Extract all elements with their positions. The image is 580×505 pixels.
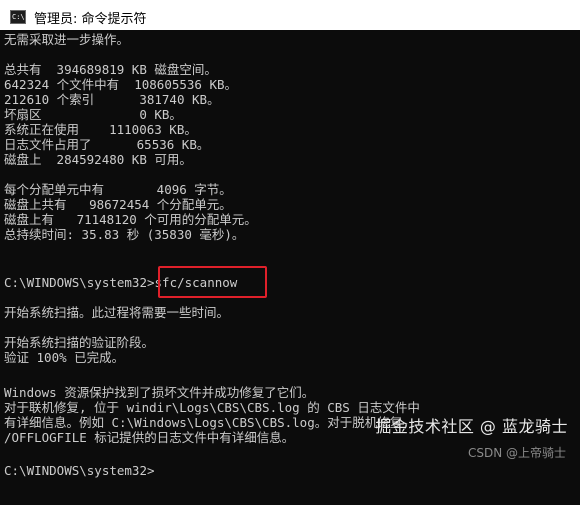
console-line: /OFFLOGFILE 标记提供的日志文件中有详细信息。 (4, 430, 295, 445)
console-line: 对于联机修复, 位于 windir\Logs\CBS\CBS.log 的 CBS… (4, 400, 420, 415)
console-line: 磁盘上 284592480 KB 可用。 (4, 152, 192, 167)
console-line: 磁盘上共有 98672454 个分配单元。 (4, 197, 232, 212)
console-line: 坏扇区 0 KB。 (4, 107, 182, 122)
console-line: 每个分配单元中有 4096 字节。 (4, 182, 232, 197)
console-line: 212610 个索引 381740 KB。 (4, 92, 220, 107)
console-line: Windows 资源保护找到了损坏文件并成功修复了它们。 (4, 385, 315, 400)
console-line: 642324 个文件中有 108605536 KB。 (4, 77, 238, 92)
console-line: 开始系统扫描。此过程将需要一些时间。 (4, 305, 230, 320)
console-line: 日志文件占用了 65536 KB。 (4, 137, 210, 152)
console-line: 总持续时间: 35.83 秒 (35830 毫秒)。 (4, 227, 245, 242)
command-highlight-box (158, 266, 267, 298)
console-line: 磁盘上有 71148120 个可用的分配单元。 (4, 212, 257, 227)
cmd-icon: C:\ (10, 10, 26, 24)
console-line: 开始系统扫描的验证阶段。 (4, 335, 155, 350)
console-line: 验证 100% 已完成。 (4, 350, 125, 365)
console-line: 总共有 394689819 KB 磁盘空间。 (4, 62, 217, 77)
prompt-line: C:\WINDOWS\system32> (4, 463, 155, 478)
console-line: 有详细信息。例如 C:\Windows\Logs\CBS\CBS.log。对于脱… (4, 415, 410, 430)
watermark-subtext: CSDN @上帝骑士 (467, 446, 566, 460)
watermark-text: 掘金技术社区 @ 蓝龙骑士 (375, 417, 568, 436)
console-line: 系统正在使用 1110063 KB。 (4, 122, 197, 137)
command-prompt-window: C:\ 管理员: 命令提示符 无需采取进一步操作。 总共有 394689819 … (0, 0, 580, 505)
window-title: 管理员: 命令提示符 (34, 11, 147, 27)
title-bar[interactable]: C:\ 管理员: 命令提示符 (0, 4, 580, 30)
console-line: 无需采取进一步操作。 (4, 32, 130, 47)
